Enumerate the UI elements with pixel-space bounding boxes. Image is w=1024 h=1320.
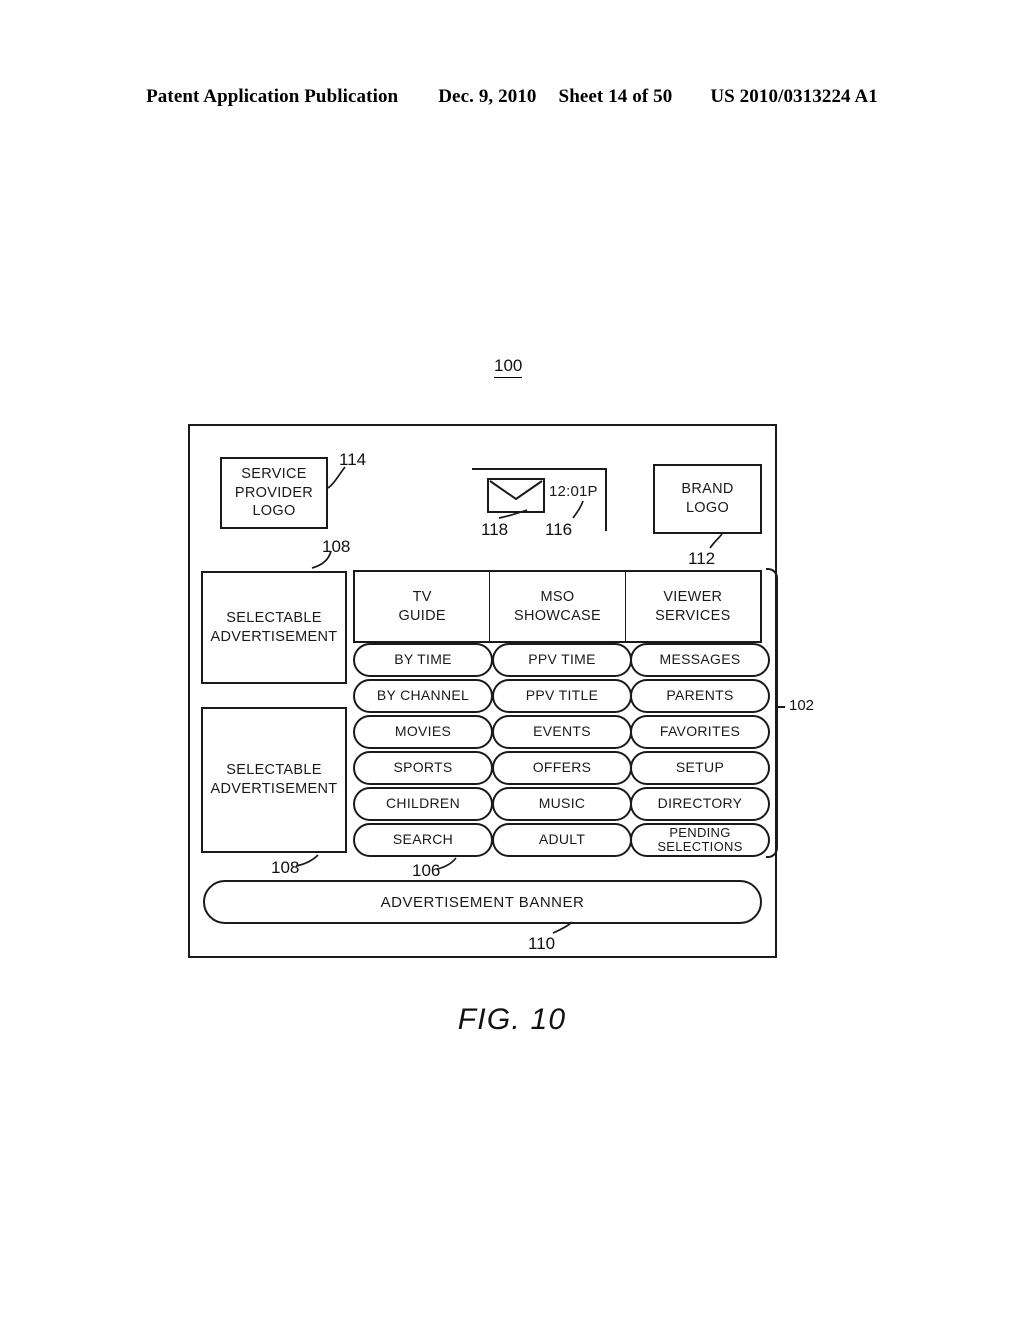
menu-pill-label: CHILDREN: [386, 795, 460, 812]
menu-pill-parents[interactable]: PARENTS: [630, 679, 770, 713]
menu-pill-label: PPV TITLE: [525, 687, 599, 704]
brand-logo-line2: LOGO: [685, 500, 730, 516]
selectable-advertisement-2[interactable]: SELECTABLE ADVERTISEMENT: [201, 707, 347, 853]
category-header-mso-showcase-line1: MSO: [540, 588, 575, 605]
reference-116: 116: [545, 520, 573, 539]
menu-pill-pending-selections[interactable]: PENDING SELECTIONS: [630, 823, 770, 857]
category-header-viewer-services[interactable]: VIEWER SERVICES: [626, 572, 760, 641]
reference-118: 118: [481, 520, 509, 539]
category-header-tv-guide[interactable]: TV GUIDE: [355, 572, 491, 641]
advertisement-banner[interactable]: ADVERTISEMENT BANNER: [203, 880, 762, 924]
menu-pill-label: OFFERS: [532, 759, 592, 776]
menu-pill-label: BY TIME: [394, 651, 452, 668]
clock-time: 12:01P: [549, 483, 598, 500]
selectable-advertisement-2-line1: SELECTABLE: [226, 762, 322, 779]
menu-pill-events[interactable]: EVENTS: [492, 715, 632, 749]
menu-pill-label: MOVIES: [394, 723, 452, 740]
menu-pill-sports[interactable]: SPORTS: [353, 751, 493, 785]
menu-pill-offers[interactable]: OFFERS: [492, 751, 632, 785]
menu-region-bracket: [766, 568, 778, 858]
service-provider-logo-line2: PROVIDER: [234, 484, 314, 501]
reference-108-bottom: 108: [271, 858, 300, 877]
reference-102: 102: [789, 697, 815, 714]
menu-pill-label: SETUP: [675, 759, 725, 776]
menu-pill-label: MESSAGES: [659, 651, 741, 668]
reference-108-top: 108: [322, 537, 351, 556]
menu-pill-label: DIRECTORY: [657, 795, 743, 812]
selectable-advertisement-1[interactable]: SELECTABLE ADVERTISEMENT: [201, 571, 347, 684]
service-provider-logo-line1: SERVICE: [241, 466, 307, 483]
category-header-viewer-services-line2: SERVICES: [655, 607, 731, 624]
category-header-mso-showcase[interactable]: MSO SHOWCASE: [490, 572, 626, 641]
menu-pill-by-time[interactable]: BY TIME: [353, 643, 493, 677]
figure-10: 100 SERVICE PROVIDER LOGO 12:01P BRAND L…: [0, 0, 1024, 1320]
menu-pill-music[interactable]: MUSIC: [492, 787, 632, 821]
advertisement-banner-label: ADVERTISEMENT BANNER: [380, 893, 585, 911]
menu-pill-directory[interactable]: DIRECTORY: [630, 787, 770, 821]
menu-pill-label: SEARCH: [392, 831, 454, 848]
menu-pill-setup[interactable]: SETUP: [630, 751, 770, 785]
figure-caption: FIG. 10: [457, 1003, 567, 1036]
menu-pill-label: FAVORITES: [659, 723, 741, 740]
menu-pill-label: PARENTS: [666, 687, 734, 704]
menu-pill-messages[interactable]: MESSAGES: [630, 643, 770, 677]
menu-pill-label: PPV TIME: [528, 651, 596, 668]
menu-pill-adult[interactable]: ADULT: [492, 823, 632, 857]
menu-pill-favorites[interactable]: FAVORITES: [630, 715, 770, 749]
figure-reference-100: 100: [494, 356, 523, 378]
menu-pill-movies[interactable]: MOVIES: [353, 715, 493, 749]
service-provider-logo-box[interactable]: SERVICE PROVIDER LOGO: [220, 457, 328, 529]
menu-region-bracket-nub: [776, 706, 785, 708]
menu-pill-label: ADULT: [538, 831, 586, 848]
reference-114: 114: [339, 450, 367, 469]
category-header-mso-showcase-line2: SHOWCASE: [513, 607, 601, 624]
menu-pill-ppv-title[interactable]: PPV TITLE: [492, 679, 632, 713]
menu-pill-label: MUSIC: [538, 795, 586, 812]
menu-pill-grid: BY TIME BY CHANNEL MOVIES SPORTS CHILDREN SEA…: [353, 643, 770, 857]
menu-pill-label: SPORTS: [393, 759, 453, 776]
menu-pill-label: EVENTS: [533, 723, 591, 740]
envelope-icon[interactable]: [487, 478, 545, 513]
selectable-advertisement-1-line2: ADVERTISEMENT: [210, 628, 338, 645]
selectable-advertisement-2-line2: ADVERTISEMENT: [210, 781, 338, 797]
brand-logo-line1: BRAND: [681, 481, 734, 498]
category-header-tv-guide-line1: TV: [412, 588, 432, 605]
reference-106: 106: [412, 861, 441, 880]
category-header-viewer-services-line1: VIEWER: [663, 588, 723, 605]
reference-110: 110: [528, 934, 556, 953]
menu-pill-search[interactable]: SEARCH: [353, 823, 493, 857]
menu-pill-label: BY CHANNEL: [376, 687, 470, 704]
category-header-tv-guide-line2: GUIDE: [398, 607, 446, 624]
menu-pill-label: PENDING SELECTIONS: [657, 825, 743, 854]
selectable-advertisement-1-line1: SELECTABLE: [226, 609, 322, 626]
menu-pill-children[interactable]: CHILDREN: [353, 787, 493, 821]
brand-logo-box[interactable]: BRAND LOGO: [653, 464, 762, 534]
reference-112: 112: [688, 549, 716, 568]
service-provider-logo-line3: LOGO: [252, 503, 296, 520]
category-header-row: TV GUIDE MSO SHOWCASE VIEWER SERVICES: [353, 570, 762, 643]
menu-pill-ppv-time[interactable]: PPV TIME: [492, 643, 632, 677]
menu-pill-by-channel[interactable]: BY CHANNEL: [353, 679, 493, 713]
